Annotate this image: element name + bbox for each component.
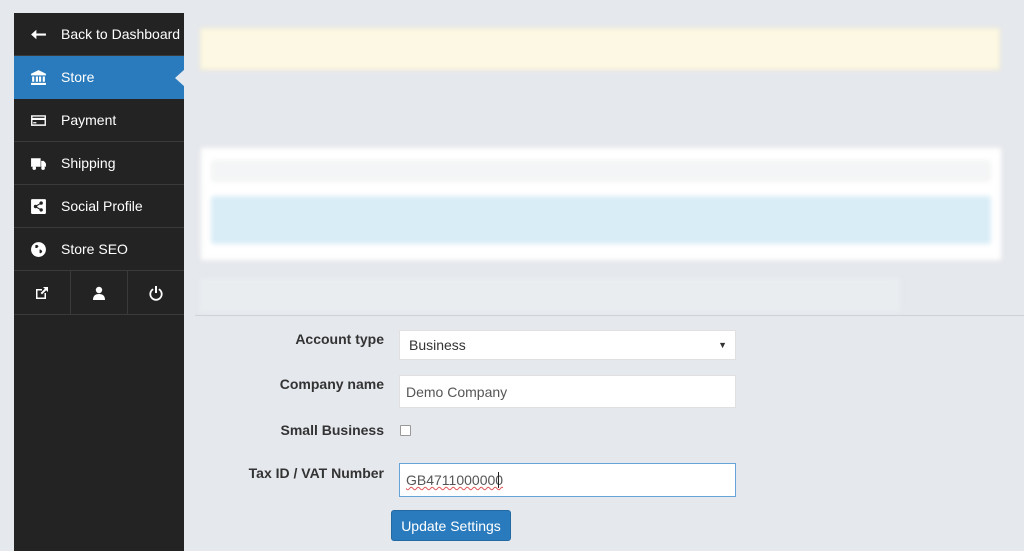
- info-alert: [211, 196, 991, 244]
- company-name-label: Company name: [279, 376, 384, 392]
- caret-down-icon: ▼: [718, 340, 727, 350]
- sidebar-item-label: Back to Dashboard: [61, 26, 181, 42]
- small-business-checkbox[interactable]: [400, 425, 411, 436]
- sidebar-item-label: Social Profile: [61, 198, 143, 214]
- sidebar-item-label: Store: [61, 69, 95, 85]
- sidebar-item-store[interactable]: Store: [14, 56, 185, 99]
- account-type-value: Business: [409, 337, 466, 353]
- tax-id-label: Tax ID / VAT Number: [248, 465, 384, 481]
- truck-icon: [29, 154, 47, 172]
- blurred-background: [195, 0, 1024, 315]
- update-settings-button[interactable]: Update Settings: [391, 510, 511, 541]
- account-type-label: Account type: [295, 331, 384, 347]
- sidebar-item-social-profile[interactable]: Social Profile: [14, 185, 184, 228]
- text-cursor: [498, 472, 499, 488]
- small-business-label: Small Business: [280, 422, 385, 438]
- sidebar-item-label: Store SEO: [61, 241, 128, 257]
- sidebar-bottom-toolbar: [14, 271, 184, 315]
- sidebar-item-store-seo[interactable]: Store SEO: [14, 228, 184, 271]
- power-icon[interactable]: [128, 271, 184, 314]
- divider: [195, 315, 1024, 316]
- sidebar-item-label: Shipping: [61, 155, 116, 171]
- blurred-panel: [200, 147, 1002, 261]
- user-icon[interactable]: [71, 271, 128, 314]
- arrow-left-icon: [29, 25, 47, 43]
- blurred-strip: [200, 278, 900, 312]
- sidebar-item-shipping[interactable]: Shipping: [14, 142, 184, 185]
- tax-id-value: GB4711000000: [406, 472, 504, 488]
- credit-card-icon: [29, 111, 47, 129]
- sidebar-item-payment[interactable]: Payment: [14, 99, 184, 142]
- account-type-select[interactable]: Business ▼: [399, 330, 736, 360]
- bank-icon: [29, 68, 47, 86]
- sidebar-item-label: Payment: [61, 112, 117, 128]
- share-icon: [29, 197, 47, 215]
- globe-icon: [29, 240, 47, 258]
- external-link-icon[interactable]: [14, 271, 71, 314]
- company-name-input[interactable]: [399, 375, 736, 408]
- sidebar-item-back-to-dashboard[interactable]: Back to Dashboard: [14, 13, 184, 56]
- warning-alert: [200, 28, 1000, 70]
- progress-bar: [211, 160, 991, 182]
- sidebar: Back to Dashboard Store Payment Shipping…: [14, 13, 185, 551]
- tax-id-input[interactable]: GB4711000000: [399, 463, 736, 497]
